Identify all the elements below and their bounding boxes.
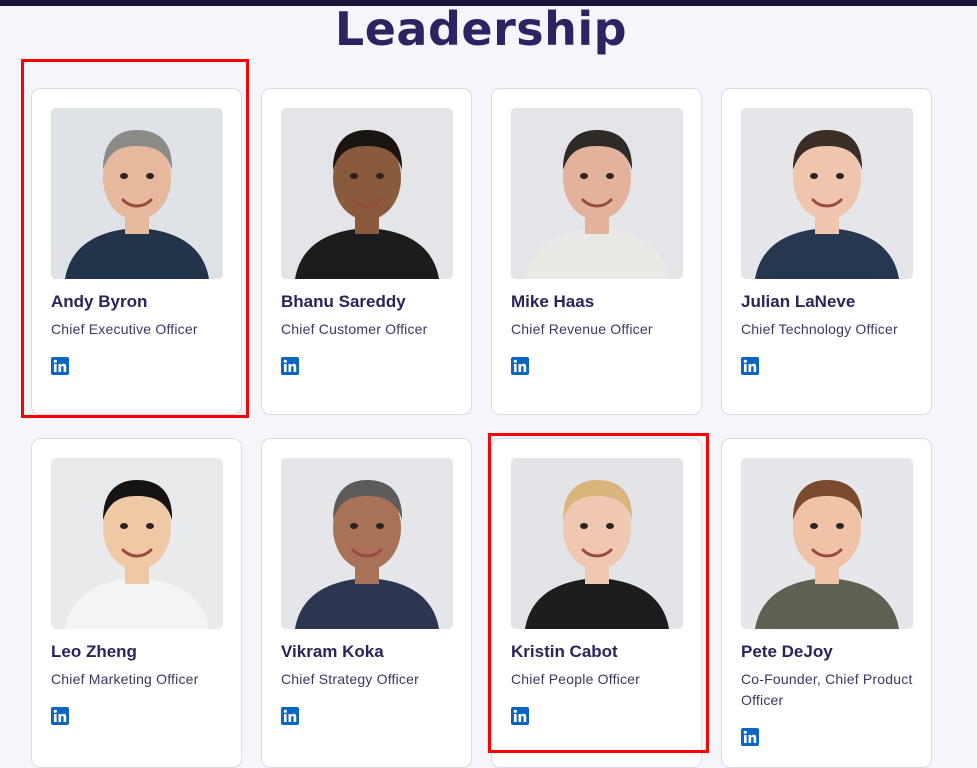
leader-role: Chief People Officer	[511, 671, 641, 687]
leader-role: Chief Marketing Officer	[51, 671, 199, 687]
linkedin-icon[interactable]	[511, 357, 529, 375]
leader-name: Andy Byron	[51, 292, 148, 311]
leader-role: Chief Technology Officer	[741, 321, 898, 337]
linkedin-icon[interactable]	[51, 707, 69, 725]
leader-photo	[51, 108, 223, 279]
leader-card-andy-byron: Andy Byron Chief Executive Officer	[31, 88, 242, 415]
linkedin-icon[interactable]	[281, 357, 299, 375]
leader-photo	[281, 108, 453, 279]
leader-photo	[511, 108, 683, 279]
leader-role: Chief Revenue Officer	[511, 321, 653, 337]
linkedin-icon[interactable]	[51, 357, 69, 375]
leader-name: Leo Zheng	[51, 642, 137, 661]
leader-role: Chief Customer Officer	[281, 321, 428, 337]
leader-card-pete-dejoy: Pete DeJoy Co-Founder, Chief Product Offi…	[721, 438, 932, 768]
leader-name: Bhanu Sareddy	[281, 292, 406, 311]
leader-role: Chief Strategy Officer	[281, 671, 419, 687]
leader-role: Co-Founder, Chief Product Officer	[741, 671, 913, 708]
leader-card-julian-laneve: Julian LaNeve Chief Technology Officer	[721, 88, 932, 415]
leader-photo	[741, 458, 913, 629]
linkedin-icon[interactable]	[281, 707, 299, 725]
leader-name: Julian LaNeve	[741, 292, 856, 311]
leader-name: Vikram Koka	[281, 642, 384, 661]
leader-photo	[281, 458, 453, 629]
leader-card-vikram-koka: Vikram Koka Chief Strategy Officer	[261, 438, 472, 768]
leader-role: Chief Executive Officer	[51, 321, 198, 337]
leadership-grid: Andy Byron Chief Executive Officer Bhanu S…	[0, 0, 977, 768]
leader-name: Pete DeJoy	[741, 642, 833, 661]
linkedin-icon[interactable]	[741, 357, 759, 375]
leader-card-mike-haas: Mike Haas Chief Revenue Officer	[491, 88, 702, 415]
leader-name: Mike Haas	[511, 292, 595, 311]
linkedin-icon[interactable]	[741, 728, 759, 746]
leader-photo	[511, 458, 683, 629]
linkedin-icon[interactable]	[511, 707, 529, 725]
leader-photo	[51, 458, 223, 629]
leader-card-leo-zheng: Leo Zheng Chief Marketing Officer	[31, 438, 242, 768]
leader-photo	[741, 108, 913, 279]
leader-name: Kristin Cabot	[511, 642, 618, 661]
leader-card-kristin-cabot: Kristin Cabot Chief People Officer	[491, 438, 702, 768]
leader-card-bhanu-sareddy: Bhanu Sareddy Chief Customer Officer	[261, 88, 472, 415]
